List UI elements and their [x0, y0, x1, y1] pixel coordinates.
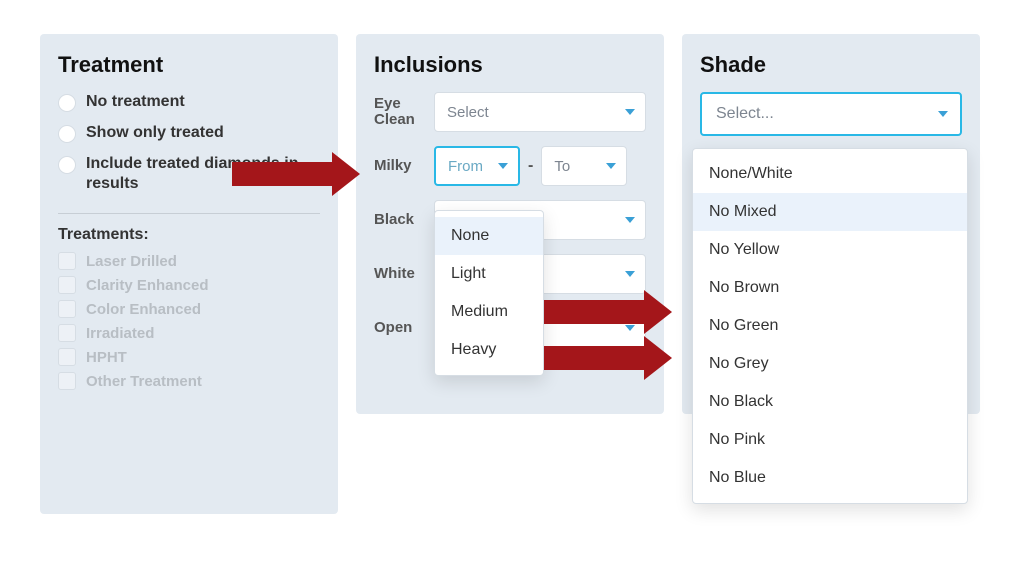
- chevron-down-icon: [625, 217, 635, 223]
- check-label: HPHT: [86, 349, 127, 366]
- label-milky: Milky: [374, 158, 426, 175]
- treatment-panel: Treatment No treatment Show only treated…: [40, 34, 338, 514]
- chevron-down-icon: [938, 111, 948, 117]
- check-other-treatment[interactable]: Other Treatment: [58, 372, 320, 390]
- label-open: Open: [374, 320, 426, 337]
- radio-show-only-treated[interactable]: Show only treated: [58, 123, 320, 144]
- select-placeholder: Select...: [716, 105, 774, 123]
- label-eye-clean: Eye Clean: [374, 96, 426, 129]
- check-label: Irradiated: [86, 325, 154, 342]
- radio-include-treated[interactable]: Include treated diamonds in results: [58, 154, 320, 196]
- chevron-down-icon: [498, 163, 508, 169]
- label-white: White: [374, 266, 426, 283]
- option-light[interactable]: Light: [435, 255, 543, 293]
- option-none[interactable]: None: [435, 217, 543, 255]
- checkbox-icon: [58, 300, 76, 318]
- checkbox-icon: [58, 348, 76, 366]
- radio-label: Show only treated: [86, 123, 224, 144]
- check-label: Color Enhanced: [86, 301, 201, 318]
- treatments-subtitle: Treatments:: [58, 226, 320, 244]
- option-no-black[interactable]: No Black: [693, 383, 967, 421]
- select-milky-to[interactable]: To: [541, 146, 627, 186]
- check-clarity-enhanced[interactable]: Clarity Enhanced: [58, 276, 320, 294]
- radio-label: Include treated diamonds in results: [86, 154, 320, 196]
- treatment-title: Treatment: [58, 52, 320, 78]
- check-hpht[interactable]: HPHT: [58, 348, 320, 366]
- label-black: Black: [374, 212, 426, 229]
- shade-title: Shade: [700, 52, 962, 78]
- check-laser-drilled[interactable]: Laser Drilled: [58, 252, 320, 270]
- option-none-white[interactable]: None/White: [693, 155, 967, 193]
- check-color-enhanced[interactable]: Color Enhanced: [58, 300, 320, 318]
- radio-no-treatment[interactable]: No treatment: [58, 92, 320, 113]
- check-label: Other Treatment: [86, 373, 202, 390]
- option-no-blue[interactable]: No Blue: [693, 459, 967, 497]
- check-label: Clarity Enhanced: [86, 277, 209, 294]
- chevron-down-icon: [625, 325, 635, 331]
- radio-icon: [58, 156, 76, 174]
- chevron-down-icon: [606, 163, 616, 169]
- option-no-green[interactable]: No Green: [693, 307, 967, 345]
- option-medium[interactable]: Medium: [435, 293, 543, 331]
- check-label: Laser Drilled: [86, 253, 177, 270]
- dropdown-milky: None Light Medium Heavy: [434, 210, 544, 376]
- chevron-down-icon: [625, 271, 635, 277]
- checkbox-icon: [58, 252, 76, 270]
- option-no-pink[interactable]: No Pink: [693, 421, 967, 459]
- option-no-mixed[interactable]: No Mixed: [693, 193, 967, 231]
- divider: [58, 213, 320, 214]
- checkbox-icon: [58, 276, 76, 294]
- option-no-grey[interactable]: No Grey: [693, 345, 967, 383]
- radio-icon: [58, 125, 76, 143]
- checkbox-icon: [58, 324, 76, 342]
- select-milky-from[interactable]: From: [434, 146, 520, 186]
- inclusions-title: Inclusions: [374, 52, 646, 78]
- radio-icon: [58, 94, 76, 112]
- checkbox-icon: [58, 372, 76, 390]
- chevron-down-icon: [625, 109, 635, 115]
- option-no-yellow[interactable]: No Yellow: [693, 231, 967, 269]
- radio-label: No treatment: [86, 92, 185, 113]
- check-irradiated[interactable]: Irradiated: [58, 324, 320, 342]
- dropdown-shade: None/White No Mixed No Yellow No Brown N…: [692, 148, 968, 504]
- range-dash: -: [528, 157, 533, 175]
- row-milky: Milky From - To: [374, 146, 646, 186]
- option-heavy[interactable]: Heavy: [435, 331, 543, 369]
- select-value: Select: [447, 104, 489, 121]
- select-value: To: [554, 158, 570, 175]
- select-shade[interactable]: Select...: [700, 92, 962, 136]
- select-value: From: [448, 158, 483, 175]
- option-no-brown[interactable]: No Brown: [693, 269, 967, 307]
- select-eye-clean[interactable]: Select: [434, 92, 646, 132]
- row-eye-clean: Eye Clean Select: [374, 92, 646, 132]
